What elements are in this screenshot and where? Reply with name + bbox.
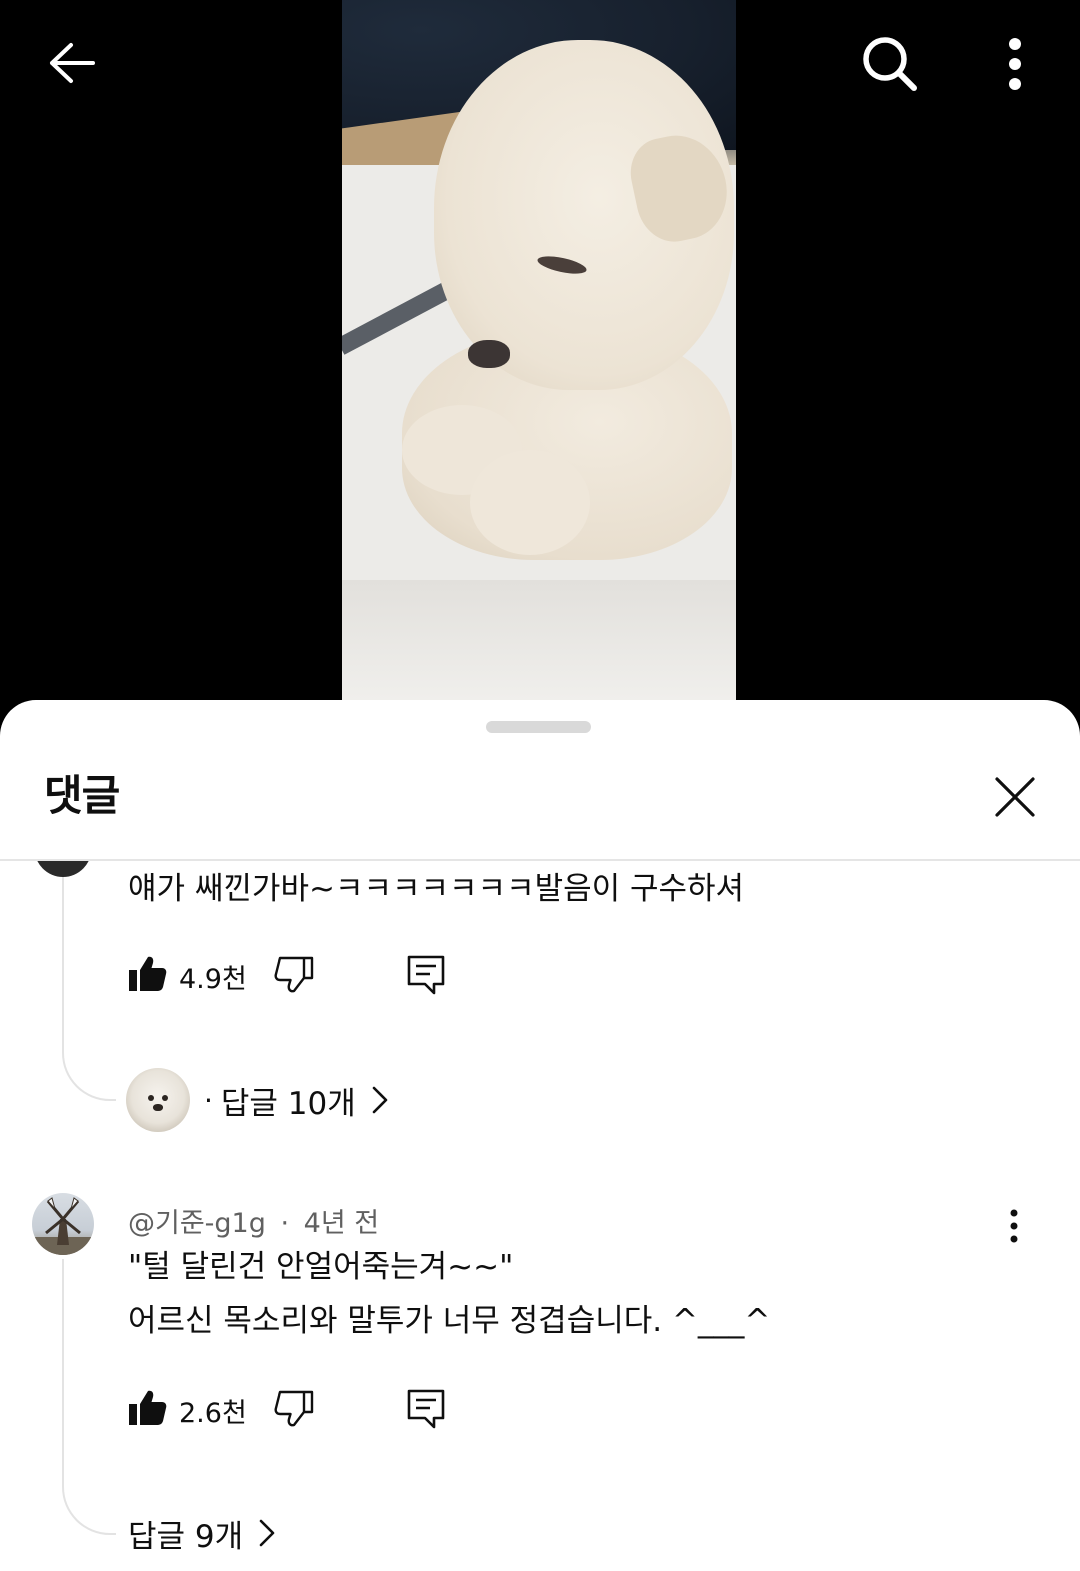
dislike-button[interactable] <box>274 954 314 994</box>
view-replies-button[interactable]: · 답글 10개 <box>126 1068 390 1132</box>
windmill-avatar-image <box>32 1197 94 1255</box>
drag-handle[interactable] <box>486 721 591 733</box>
video-player[interactable] <box>0 0 1080 720</box>
sheet-title: 댓글 <box>44 771 120 820</box>
comment-reply-icon <box>407 955 445 995</box>
close-button[interactable] <box>986 768 1044 826</box>
video-background-shadow <box>342 580 736 700</box>
thread-line <box>62 1259 116 1535</box>
reply-count-label: 답글 10개 <box>220 1085 356 1122</box>
author-handle[interactable]: @기준-g1g <box>128 1208 266 1239</box>
more-options-button[interactable] <box>980 28 1050 100</box>
comments-list[interactable]: 얘가 쌔낀가바~ㅋㅋㅋㅋㅋㅋㅋ발음이 구수하셔 4.9천 · 답글 10개 @기… <box>0 861 1080 1571</box>
like-button[interactable] <box>128 954 168 994</box>
like-count: 4.9천 <box>179 964 247 995</box>
comment-time: 4년 전 <box>303 1208 380 1239</box>
chevron-right-icon <box>259 1518 277 1548</box>
search-button[interactable] <box>854 28 926 100</box>
thumbs-up-filled-icon <box>129 1390 167 1425</box>
arrow-left-icon <box>50 43 95 83</box>
like-count: 2.6천 <box>179 1398 247 1429</box>
view-replies-button[interactable]: 답글 9개 <box>128 1511 277 1555</box>
comment-text: 얘가 쌔낀가바~ㅋㅋㅋㅋㅋㅋㅋ발음이 구수하셔 <box>128 871 745 907</box>
comment-text-line-1: "털 달린건 안얼어죽는겨~~" <box>128 1249 514 1285</box>
thread-line <box>62 861 116 1101</box>
creator-reply-avatar <box>126 1068 190 1132</box>
avatar-eye <box>148 1095 154 1101</box>
more-vertical-icon <box>1010 1209 1018 1243</box>
comment-reply-icon <box>407 1389 445 1429</box>
thumbs-up-filled-icon <box>129 956 167 991</box>
comment-more-button[interactable] <box>996 1203 1032 1249</box>
puppy-paw-right <box>470 450 590 555</box>
search-icon <box>863 37 917 91</box>
separator-dot: · <box>280 1208 290 1239</box>
avatar[interactable] <box>32 1193 94 1255</box>
video-frame-puppy[interactable] <box>342 0 736 700</box>
reply-button[interactable] <box>406 1388 446 1429</box>
comment-actions: 4.9천 <box>128 954 468 1002</box>
comment-actions: 2.6천 <box>128 1388 468 1436</box>
more-vertical-icon <box>1009 38 1021 90</box>
reply-count-label: 답글 9개 <box>128 1518 244 1555</box>
back-button[interactable] <box>36 30 108 96</box>
puppy-nose <box>468 340 510 368</box>
thumbs-down-icon <box>274 956 314 993</box>
avatar-nose <box>153 1104 163 1111</box>
thumbs-down-icon <box>274 1390 314 1427</box>
comments-sheet: 댓글 얘가 쌔낀가바~ㅋㅋㅋㅋㅋㅋㅋ발음이 구수하셔 4.9천 · 답글 10개… <box>0 700 1080 1571</box>
chevron-right-icon <box>372 1085 390 1115</box>
comment-text-line-2: 어르신 목소리와 말투가 너무 정겹습니다. ^___^ <box>128 1303 771 1339</box>
reply-button[interactable] <box>406 954 446 995</box>
close-icon <box>995 777 1035 817</box>
like-button[interactable] <box>128 1388 168 1428</box>
comment-meta: @기준-g1g · 4년 전 <box>128 1201 379 1240</box>
dislike-button[interactable] <box>274 1388 314 1428</box>
avatar-eye <box>162 1095 168 1101</box>
separator-dot: · <box>204 1083 213 1117</box>
